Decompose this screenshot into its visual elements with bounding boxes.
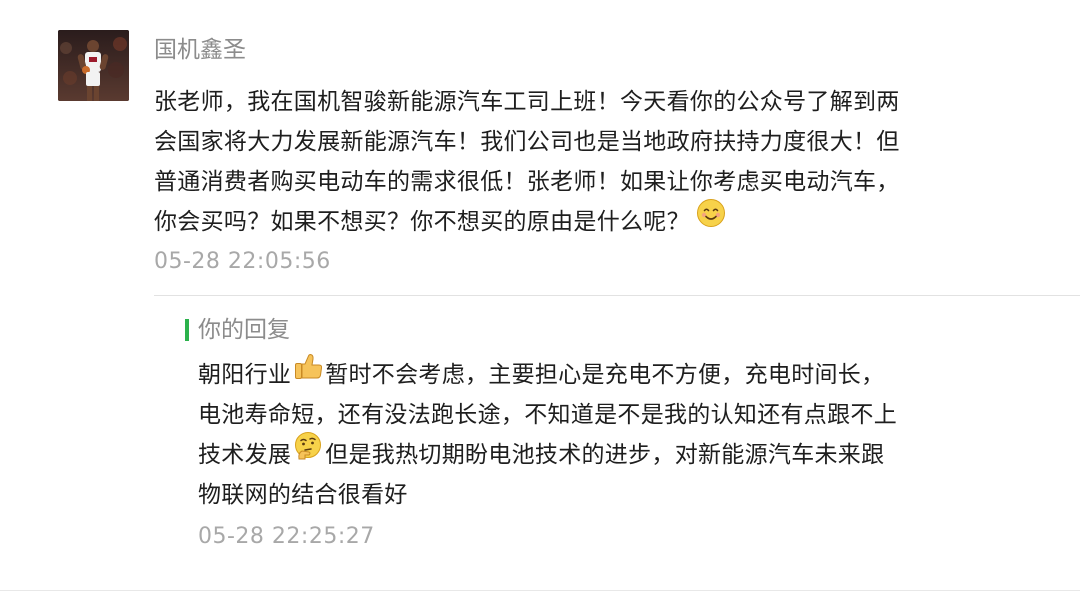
reply-text-line: 朝阳行业 暂时不会考虑，主要担心是充电不方便，充电时间长， <box>198 353 958 395</box>
reply-text-fragment: 但是我热切期盼电池技术的进步，对新能源汽车未来跟 <box>325 442 885 468</box>
comment-text-line: 会国家将大力发展新能源汽车！我们公司也是当地政府扶持力度很大！但 <box>154 129 900 155</box>
reply-title: 你的回复 <box>198 317 290 343</box>
comment-text-line: 你会买吗？如果不想买？你不想买的原由是什么呢？ <box>154 199 954 242</box>
comment-username[interactable]: 国机鑫圣 <box>154 34 246 66</box>
comment-text-fragment: 你会买吗？如果不想买？你不想买的原由是什么呢？ <box>154 209 690 235</box>
reply-text-line: 物联网的结合很看好 <box>198 482 408 508</box>
reply-divider <box>154 295 1080 296</box>
reply-text: 朝阳行业 暂时不会考虑，主要担心是充电不方便，充电时间长， 电池寿命短，还有没法… <box>198 353 958 515</box>
smile-emoji-icon <box>696 198 726 241</box>
reply-text-line: 电池寿命短，还有没法跑长途，不知道是不是我的认知还有点跟不上 <box>198 402 897 428</box>
reply-text-fragment: 朝阳行业 <box>198 362 292 388</box>
thinking-emoji-icon <box>293 431 323 474</box>
reply-text-line: 技术发展 但是我热切期盼电池技术的进步，对新能源汽车未来跟 <box>198 432 958 475</box>
reply-timestamp: 05-28 22:25:27 <box>198 524 375 549</box>
reply-text-fragment: 暂时不会考虑，主要担心是充电不方便，充电时间长， <box>325 362 885 388</box>
comment-text: 张老师，我在国机智骏新能源汽车工司上班！今天看你的公众号了解到两 会国家将大力发… <box>154 82 954 242</box>
thumbs-up-emoji-icon <box>293 351 323 394</box>
reply-text-fragment: 技术发展 <box>198 442 292 468</box>
comment-text-line: 普通消费者购买电动车的需求很低！张老师！如果让你考虑买电动汽车， <box>154 169 900 195</box>
bottom-divider <box>0 590 1080 591</box>
reply-accent-bar <box>185 319 189 341</box>
comment-timestamp: 05-28 22:05:56 <box>154 249 331 274</box>
comment-text-line: 张老师，我在国机智骏新能源汽车工司上班！今天看你的公众号了解到两 <box>154 89 900 115</box>
player-avatar-icon[interactable] <box>58 30 129 101</box>
comment-card: 国机鑫圣 张老师，我在国机智骏新能源汽车工司上班！今天看你的公众号了解到两 会国… <box>0 0 1080 597</box>
